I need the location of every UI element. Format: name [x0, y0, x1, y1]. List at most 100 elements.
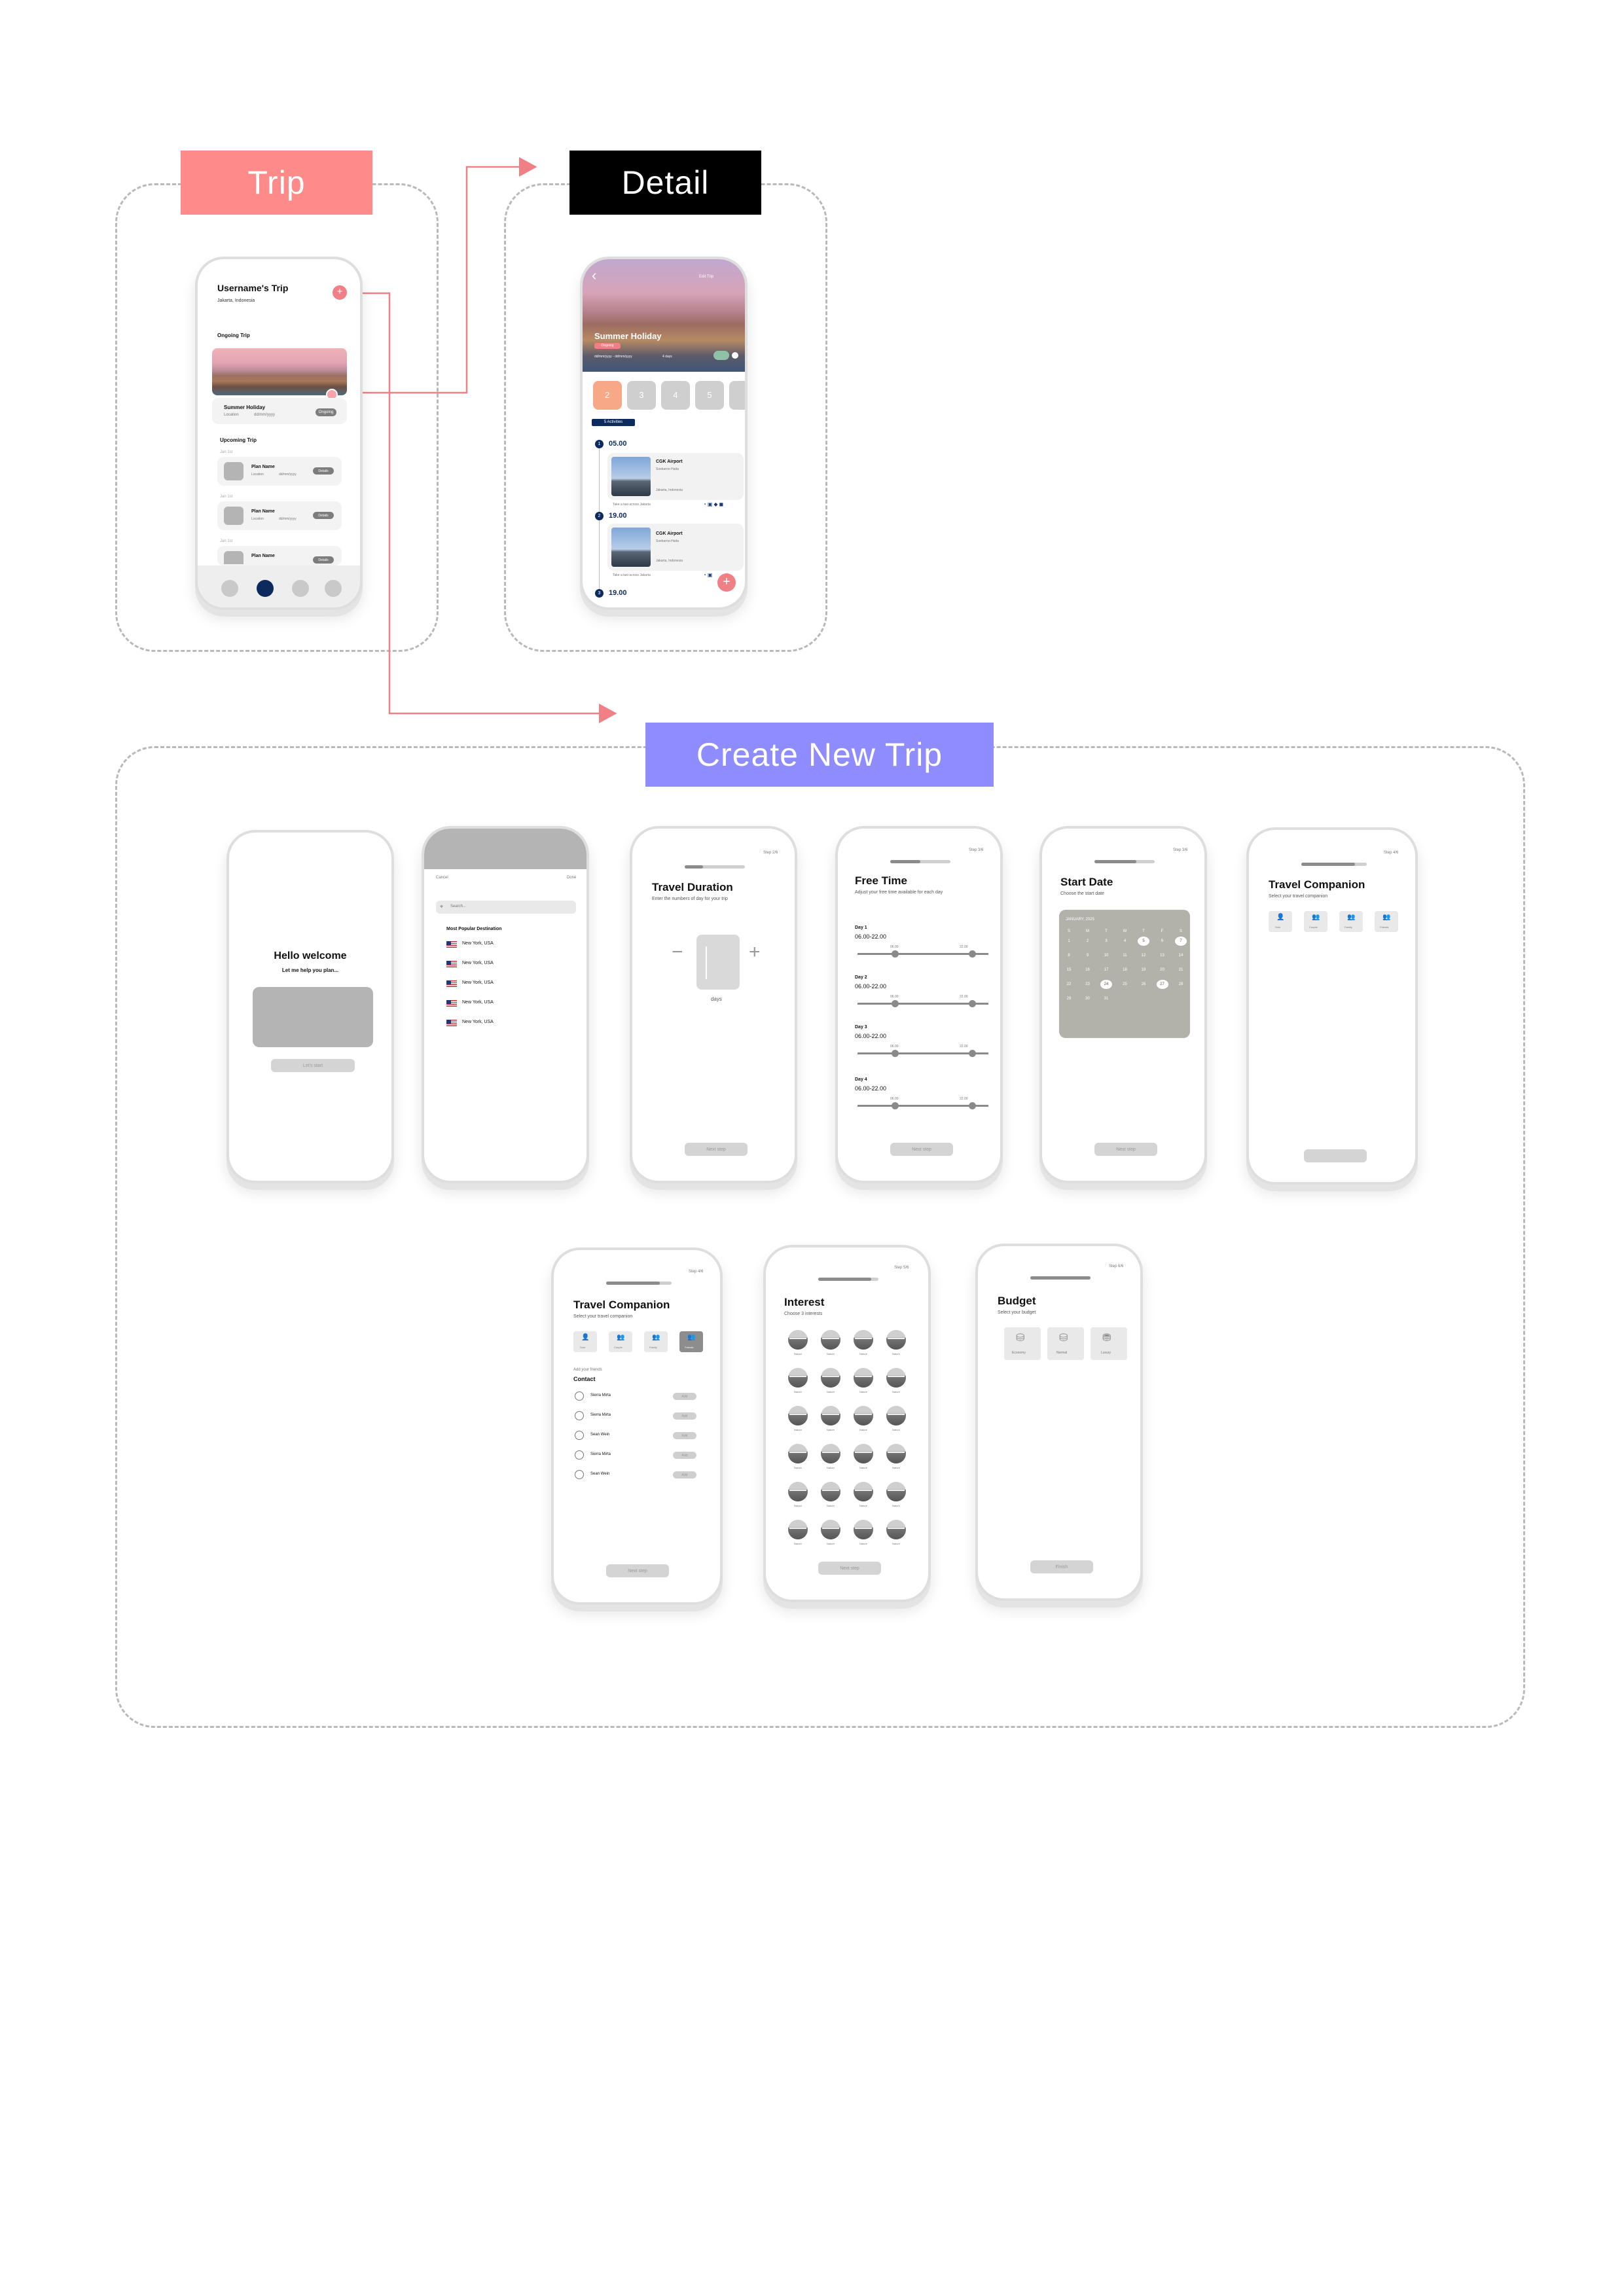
interest-option-icon[interactable]: [854, 1520, 873, 1539]
calendar-day[interactable]: 11: [1119, 951, 1131, 960]
increase-days-button[interactable]: +: [749, 941, 761, 963]
interest-option-icon[interactable]: [886, 1482, 906, 1501]
time-slider[interactable]: [857, 1050, 988, 1057]
interest-option-icon[interactable]: [886, 1368, 906, 1388]
calendar-day[interactable]: 20: [1157, 965, 1168, 975]
calendar-day[interactable]: 7: [1175, 937, 1187, 946]
calendar-day[interactable]: 2: [1082, 937, 1094, 946]
calendar-day[interactable]: 28: [1175, 980, 1187, 989]
calendar-day[interactable]: 5: [1138, 937, 1149, 946]
calendar-day[interactable]: 10: [1100, 951, 1112, 960]
upcoming-tag[interactable]: Details: [313, 512, 334, 519]
interest-option-icon[interactable]: [854, 1368, 873, 1388]
next-step-button[interactable]: [1304, 1149, 1367, 1162]
add-contact-button[interactable]: Add: [673, 1393, 696, 1400]
done-link[interactable]: Done: [567, 876, 576, 880]
calendar-day[interactable]: 24: [1100, 980, 1112, 989]
interest-option-icon[interactable]: [854, 1482, 873, 1501]
calendar-day[interactable]: 18: [1119, 965, 1131, 975]
calendar-day[interactable]: 8: [1063, 951, 1075, 960]
calendar-day[interactable]: 15: [1063, 965, 1075, 975]
share-icon[interactable]: [732, 352, 738, 359]
calendar-day[interactable]: 14: [1175, 951, 1187, 960]
add-contact-button[interactable]: Add: [673, 1412, 696, 1420]
calendar-day[interactable]: 4: [1119, 937, 1131, 946]
calendar-day[interactable]: 26: [1138, 980, 1149, 989]
day-tab[interactable]: 3: [627, 381, 656, 410]
destination-item[interactable]: New York, USA: [462, 1020, 494, 1024]
interest-option-icon[interactable]: [886, 1444, 906, 1463]
interest-option-icon[interactable]: [788, 1330, 808, 1350]
calendar-day[interactable]: 27: [1156, 980, 1168, 989]
calendar-day[interactable]: 16: [1082, 965, 1094, 975]
interest-option-icon[interactable]: [821, 1368, 840, 1388]
calendar-day[interactable]: 3: [1100, 937, 1112, 946]
nav-home-icon[interactable]: [221, 580, 238, 597]
ongoing-tag[interactable]: Ongoing: [316, 408, 336, 416]
interest-option-icon[interactable]: [821, 1330, 840, 1350]
interest-option-icon[interactable]: [886, 1406, 906, 1426]
day-tab[interactable]: 5: [695, 381, 724, 410]
next-step-button[interactable]: Next step: [606, 1564, 669, 1577]
nav-explore-icon[interactable]: [292, 580, 309, 597]
destination-item[interactable]: New York, USA: [462, 941, 494, 946]
interest-option-icon[interactable]: [886, 1520, 906, 1539]
time-slider[interactable]: [857, 950, 988, 958]
destination-item[interactable]: New York, USA: [462, 1000, 494, 1005]
back-icon[interactable]: ‹: [592, 267, 596, 284]
interest-option-icon[interactable]: [788, 1406, 808, 1426]
interest-option-icon[interactable]: [854, 1330, 873, 1350]
interest-option-icon[interactable]: [788, 1368, 808, 1388]
time-slider[interactable]: [857, 1102, 988, 1109]
interest-option-icon[interactable]: [821, 1482, 840, 1501]
add-trip-icon[interactable]: +: [333, 285, 347, 300]
calendar-day[interactable]: 31: [1100, 994, 1112, 1003]
interest-option-icon[interactable]: [821, 1406, 840, 1426]
add-contact-button[interactable]: Add: [673, 1432, 696, 1439]
decrease-days-button[interactable]: −: [672, 941, 683, 963]
upcoming-tag[interactable]: Details: [313, 467, 334, 475]
next-step-button[interactable]: Next step: [818, 1562, 881, 1575]
day-tab[interactable]: 4: [661, 381, 690, 410]
interest-option-icon[interactable]: [886, 1330, 906, 1350]
calendar-day[interactable]: 21: [1175, 965, 1187, 975]
calendar-day[interactable]: 1: [1063, 937, 1075, 946]
calendar-day[interactable]: 12: [1138, 951, 1149, 960]
calendar-day[interactable]: 23: [1082, 980, 1094, 989]
day-tab-overflow[interactable]: [729, 381, 745, 410]
interest-option-icon[interactable]: [821, 1520, 840, 1539]
calendar-day[interactable]: 13: [1157, 951, 1168, 960]
calendar-day[interactable]: 9: [1082, 951, 1094, 960]
destination-item[interactable]: New York, USA: [462, 980, 494, 985]
finish-button[interactable]: Finish: [1030, 1560, 1093, 1573]
next-step-button[interactable]: Next step: [890, 1143, 953, 1156]
next-step-button[interactable]: Next step: [1094, 1143, 1157, 1156]
add-contact-button[interactable]: Add: [673, 1471, 696, 1479]
edit-trip-link[interactable]: Edit Trip: [699, 275, 713, 279]
lets-start-button[interactable]: Let's start: [271, 1059, 355, 1072]
interest-option-icon[interactable]: [788, 1444, 808, 1463]
interest-option-icon[interactable]: [854, 1406, 873, 1426]
nav-trip-icon[interactable]: [257, 580, 274, 597]
upcoming-tag[interactable]: Details: [313, 556, 334, 564]
calendar-day[interactable]: 25: [1119, 980, 1131, 989]
add-activity-icon[interactable]: +: [717, 573, 736, 592]
interest-option-icon[interactable]: [854, 1444, 873, 1463]
days-input[interactable]: [696, 935, 740, 990]
destination-item[interactable]: New York, USA: [462, 961, 494, 965]
cancel-link[interactable]: Cancel: [436, 876, 448, 880]
time-slider[interactable]: [857, 1000, 988, 1007]
interest-option-icon[interactable]: [788, 1482, 808, 1501]
interest-option-icon[interactable]: [821, 1444, 840, 1463]
calendar-day[interactable]: 19: [1138, 965, 1149, 975]
nav-profile-icon[interactable]: [325, 580, 342, 597]
next-step-button[interactable]: Next step: [685, 1143, 748, 1156]
interest-option-icon[interactable]: [788, 1520, 808, 1539]
calendar-day[interactable]: 29: [1063, 994, 1075, 1003]
add-contact-button[interactable]: Add: [673, 1452, 696, 1459]
ongoing-trip-image[interactable]: [212, 348, 347, 395]
calendar-day[interactable]: 17: [1100, 965, 1112, 975]
calendar-day[interactable]: 6: [1157, 937, 1168, 946]
calendar-day[interactable]: 30: [1082, 994, 1094, 1003]
calendar-day[interactable]: 22: [1063, 980, 1075, 989]
